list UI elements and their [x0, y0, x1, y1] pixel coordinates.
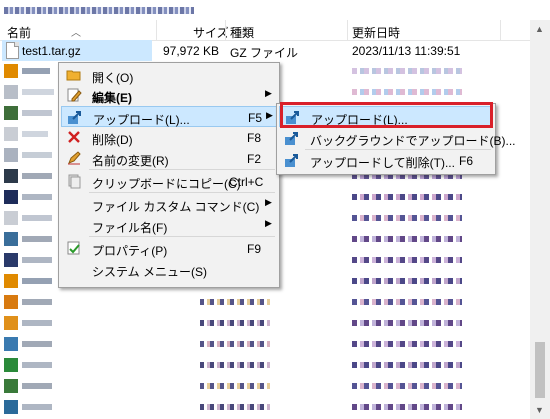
scrollbar-thumb[interactable]: [535, 342, 545, 398]
folder-open-icon: [66, 70, 81, 81]
menu-item-edit[interactable]: 編集(E) ▶: [61, 85, 277, 105]
file-icon: [4, 106, 18, 120]
menu-shortcut: F2: [247, 152, 262, 166]
list-item[interactable]: [0, 355, 530, 376]
menu-label: 開く(O): [92, 71, 134, 85]
list-item[interactable]: [0, 376, 530, 397]
file-name: test1.tar.gz: [22, 44, 81, 58]
menu-item-rename[interactable]: 名前の変更(R) F2: [61, 148, 277, 168]
file-icon: [6, 42, 19, 59]
menu-label: クリップボードにコピー(C): [92, 177, 241, 191]
menu-item-system-menu[interactable]: システム メニュー(S): [61, 259, 277, 279]
submenu-arrow-icon: ▶: [265, 218, 272, 228]
file-icon: [4, 358, 18, 372]
menu-shortcut: Ctrl+C: [229, 175, 264, 189]
submenu-arrow-icon: ▶: [266, 110, 273, 120]
column-name[interactable]: 名前: [7, 24, 31, 41]
menu-separator: [89, 192, 275, 193]
menu-item-filename[interactable]: ファイル名(F) ▶: [61, 215, 277, 235]
file-size: 97,972 KB: [163, 44, 220, 58]
menu-item-open[interactable]: 開く(O): [61, 65, 277, 85]
menu-label: プロパティ(P): [92, 244, 168, 258]
submenu-arrow-icon: ▶: [265, 88, 272, 98]
submenu-arrow-icon: ▶: [265, 197, 272, 207]
menu-label: システム メニュー(S): [92, 265, 207, 279]
list-item[interactable]: [0, 334, 530, 355]
column-divider[interactable]: [156, 20, 157, 40]
scroll-down-icon[interactable]: ▼: [535, 405, 544, 415]
upload-delete-icon: [285, 154, 298, 167]
file-icon: [4, 190, 18, 204]
folder-icon: [4, 274, 18, 288]
column-modified[interactable]: 更新日時: [352, 24, 400, 41]
edit-icon: [67, 88, 82, 102]
menu-label: バックグラウンドでアップロード(B)...: [310, 134, 516, 148]
column-divider[interactable]: [347, 20, 348, 40]
file-icon: [4, 148, 18, 162]
properties-icon: [67, 241, 80, 255]
menu-label: アップロード(L)...: [93, 113, 190, 127]
menu-item-custom-command[interactable]: ファイル カスタム コマンド(C) ▶: [61, 194, 277, 214]
menu-item-copy-clipboard[interactable]: クリップボードにコピー(C) Ctrl+C: [61, 171, 277, 191]
menu-shortcut: F5: [248, 111, 263, 125]
file-icon: [4, 85, 18, 99]
upload-icon: [68, 111, 81, 124]
folder-icon: [4, 295, 18, 309]
menu-shortcut: F9: [247, 242, 262, 256]
submenu-item-upload[interactable]: アップロード(L)...: [279, 106, 493, 127]
column-size[interactable]: サイズ: [193, 24, 229, 41]
sort-ascending-icon: ︿: [71, 28, 81, 39]
menu-shortcut: F6: [459, 154, 474, 168]
menu-item-upload[interactable]: アップロード(L)... F5 ▶: [61, 106, 277, 127]
scroll-up-icon[interactable]: ▲: [535, 24, 544, 34]
menu-label: 削除(D): [92, 133, 133, 147]
file-icon: [4, 253, 18, 267]
file-name-cell[interactable]: test1.tar.gz: [2, 40, 152, 61]
menu-label: 名前の変更(R): [92, 154, 169, 168]
submenu-item-upload-delete[interactable]: アップロードして削除(T)... F6: [279, 150, 493, 170]
column-header: 名前 ︿ サイズ 種類 更新日時: [0, 20, 530, 41]
menu-item-properties[interactable]: プロパティ(P) F9: [61, 238, 277, 258]
clipboard-icon: [68, 174, 81, 189]
menu-shortcut: F8: [247, 131, 262, 145]
menu-label: 編集(E): [92, 91, 132, 105]
title-bar-path: [4, 7, 194, 14]
folder-icon: [4, 64, 18, 78]
title-bar: [0, 0, 550, 20]
column-divider[interactable]: [500, 20, 501, 40]
upload-icon: [286, 111, 299, 124]
menu-label: アップロードして削除(T)...: [310, 156, 455, 170]
context-menu: 開く(O) 編集(E) ▶ アップロード(L)... F5 ▶ 削除(D) F8…: [58, 62, 280, 288]
file-type: GZ ファイル: [230, 46, 298, 60]
column-type[interactable]: 種類: [230, 24, 254, 41]
menu-separator: [89, 236, 275, 237]
vertical-scrollbar[interactable]: ▲ ▼: [530, 20, 550, 419]
menu-label: アップロード(L)...: [311, 113, 408, 127]
rename-icon: [68, 151, 81, 165]
delete-icon: [68, 131, 80, 143]
file-icon: [4, 127, 18, 141]
list-item[interactable]: [0, 292, 530, 313]
file-icon: [4, 379, 18, 393]
background-upload-icon: [285, 132, 298, 145]
file-icon: [4, 337, 18, 351]
file-icon: [4, 211, 18, 225]
list-item[interactable]: [0, 313, 530, 334]
folder-icon: [4, 316, 18, 330]
menu-label: ファイル名(F): [92, 221, 168, 235]
file-icon: [4, 232, 18, 246]
menu-item-delete[interactable]: 削除(D) F8: [61, 127, 277, 147]
file-modified: 2023/11/13 11:39:51: [352, 44, 461, 58]
column-divider[interactable]: [225, 20, 226, 40]
menu-separator: [89, 169, 275, 170]
list-item[interactable]: [0, 397, 530, 418]
submenu-item-background-upload[interactable]: バックグラウンドでアップロード(B)...: [279, 128, 516, 148]
menu-label: ファイル カスタム コマンド(C): [92, 200, 260, 214]
upload-submenu: アップロード(L)... バックグラウンドでアップロード(B)... アップロー…: [276, 103, 516, 175]
file-icon: [4, 400, 18, 414]
file-icon: [4, 169, 18, 183]
file-row[interactable]: test1.tar.gz 97,972 KB GZ ファイル 2023/11/1…: [0, 40, 530, 61]
